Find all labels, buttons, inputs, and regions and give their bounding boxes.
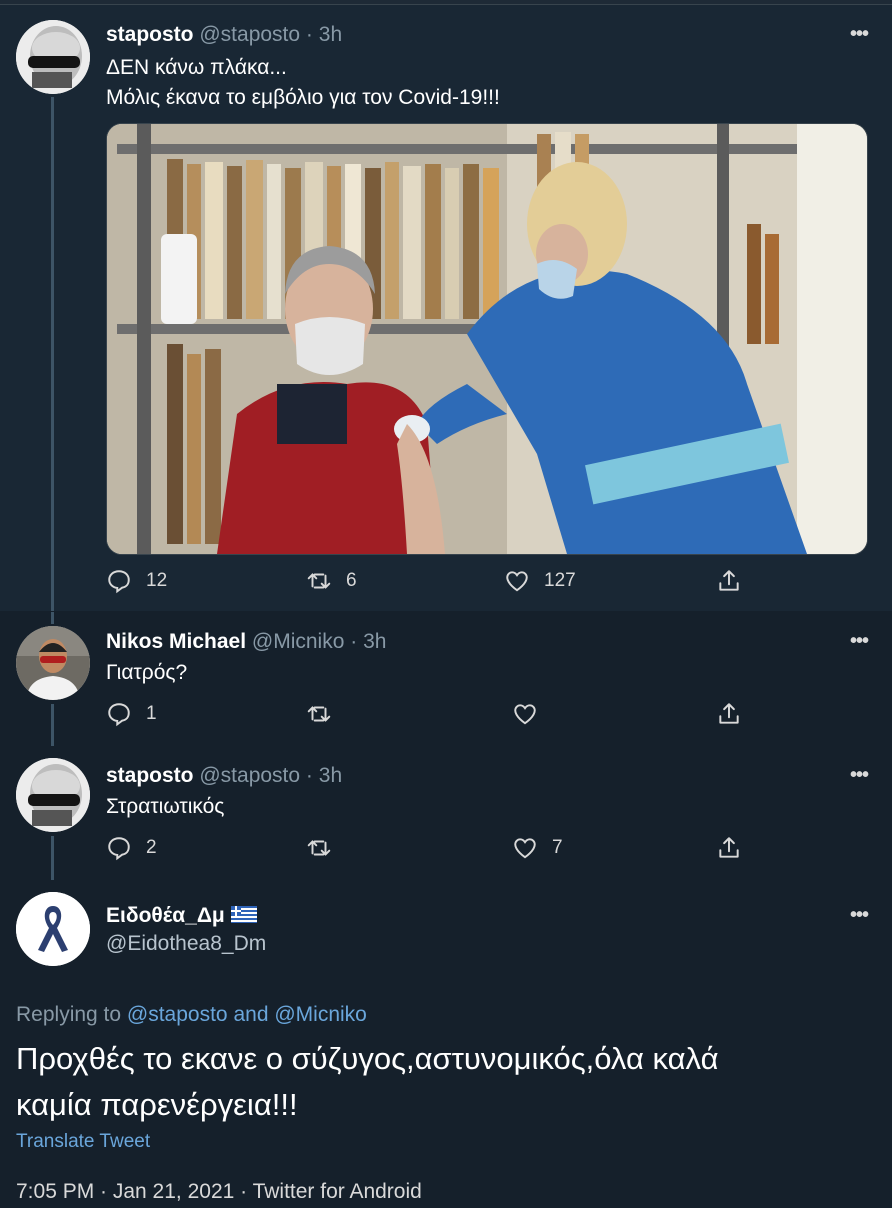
like-button[interactable]: 127 <box>504 566 576 596</box>
main-tweet-text: Προχθές το εκανε ο σύζυγος,αστυνομικός,ό… <box>16 1036 876 1128</box>
tweet-actions: 2 7 <box>106 833 746 863</box>
tweet-header: staposto @staposto · 3h <box>106 764 342 788</box>
tweet-header: staposto @staposto · 3h <box>106 23 342 47</box>
greek-flag-icon <box>230 906 257 923</box>
like-count: 7 <box>552 837 563 858</box>
retweet-icon <box>307 840 331 856</box>
replying-to: Replying to @staposto and @Micniko <box>16 1003 367 1027</box>
display-name[interactable]: staposto <box>106 23 194 46</box>
display-name[interactable]: Ειδοθέα_Δμ <box>106 904 225 927</box>
tweet-staposto-original[interactable]: staposto @staposto · 3h ••• ΔΕΝ κάνω πλά… <box>0 5 892 611</box>
more-icon[interactable]: ••• <box>850 764 869 787</box>
separator-dot: · <box>350 630 358 653</box>
retweet-button[interactable] <box>306 699 346 729</box>
more-icon[interactable]: ••• <box>850 630 869 653</box>
like-button[interactable] <box>512 699 552 729</box>
mention-link[interactable]: @Micniko <box>274 1003 367 1026</box>
share-button[interactable] <box>716 833 756 863</box>
reply-icon <box>108 703 130 727</box>
reply-icon <box>108 570 130 594</box>
tweet-header-handle: @Eidothea8_Dm <box>106 932 266 956</box>
tweet-meta[interactable]: 7:05 PM · Jan 21, 2021 · Twitter for And… <box>16 1180 422 1204</box>
separator-dot: · <box>305 23 313 46</box>
avatar[interactable] <box>16 758 90 832</box>
thread-line <box>51 612 54 624</box>
retweet-icon <box>307 573 331 589</box>
user-handle[interactable]: @Eidothea8_Dm <box>106 932 266 955</box>
tweet-header: Nikos Michael @Micniko · 3h <box>106 630 386 654</box>
more-icon[interactable]: ••• <box>850 23 869 46</box>
reply-button[interactable]: 2 <box>106 833 157 863</box>
tweet-photo[interactable] <box>106 123 868 555</box>
reply-count: 2 <box>146 837 157 858</box>
tweet-nikos-reply[interactable]: Nikos Michael @Micniko · 3h ••• Γιατρός?… <box>0 612 892 746</box>
tweet-staposto-reply[interactable]: staposto @staposto · 3h ••• Στρατιωτικός… <box>0 746 892 880</box>
timestamp[interactable]: 3h <box>319 23 342 46</box>
thread-line <box>51 704 54 746</box>
retweet-icon <box>307 706 331 722</box>
more-icon[interactable]: ••• <box>850 904 869 927</box>
heart-icon <box>506 571 528 592</box>
share-icon <box>719 703 739 724</box>
display-name[interactable]: staposto <box>106 764 194 787</box>
replying-and: and <box>227 1003 275 1026</box>
separator-dot: · <box>305 764 313 787</box>
tweet-actions: 1 <box>106 699 746 729</box>
heart-icon <box>514 838 536 859</box>
reply-button[interactable]: 1 <box>106 699 157 729</box>
avatar[interactable] <box>16 892 90 966</box>
retweet-button[interactable]: 6 <box>306 566 357 596</box>
translate-tweet-link[interactable]: Translate Tweet <box>16 1131 150 1153</box>
timestamp[interactable]: 3h <box>319 764 342 787</box>
display-name[interactable]: Nikos Michael <box>106 630 246 653</box>
tweet-header: Ειδοθέα_Δμ <box>106 904 257 928</box>
like-count: 127 <box>544 570 576 591</box>
share-icon <box>719 837 739 858</box>
share-button[interactable] <box>716 699 756 729</box>
tweet-text: Γιατρός? <box>106 661 188 684</box>
reply-count: 1 <box>146 703 157 724</box>
avatar[interactable] <box>16 626 90 700</box>
main-tweet-text-line: καμία παρενέργεια!!! <box>16 1087 298 1122</box>
retweet-button[interactable] <box>306 833 346 863</box>
tweet-text: ΔΕΝ κάνω πλάκα... Μόλις έκανα το εμβόλιο… <box>106 53 500 113</box>
avatar[interactable] <box>16 20 90 94</box>
mention-link[interactable]: @staposto <box>127 1003 228 1026</box>
reply-icon <box>108 837 130 861</box>
user-handle[interactable]: @staposto <box>199 23 300 46</box>
tweet-actions: 12 6 127 <box>106 566 746 596</box>
heart-icon <box>514 704 536 725</box>
user-handle[interactable]: @staposto <box>199 764 300 787</box>
tweet-text: Στρατιωτικός <box>106 795 225 818</box>
share-icon <box>719 570 739 591</box>
tweet-text-line: Μόλις έκανα το εμβόλιο για τον Covid-19!… <box>106 86 500 109</box>
timestamp[interactable]: 3h <box>363 630 386 653</box>
main-tweet-text-line: Προχθές το εκανε ο σύζυγος,αστυνομικός,ό… <box>16 1041 719 1076</box>
user-handle[interactable]: @Micniko <box>252 630 345 653</box>
tweet-text-line: ΔΕΝ κάνω πλάκα... <box>106 56 287 79</box>
reply-button[interactable]: 12 <box>106 566 167 596</box>
reply-count: 12 <box>146 570 168 591</box>
thread-line <box>51 97 54 611</box>
thread-line <box>51 836 54 880</box>
like-button[interactable]: 7 <box>512 833 563 863</box>
retweet-count: 6 <box>346 570 357 591</box>
share-button[interactable] <box>716 566 756 596</box>
replying-prefix: Replying to <box>16 1003 127 1026</box>
